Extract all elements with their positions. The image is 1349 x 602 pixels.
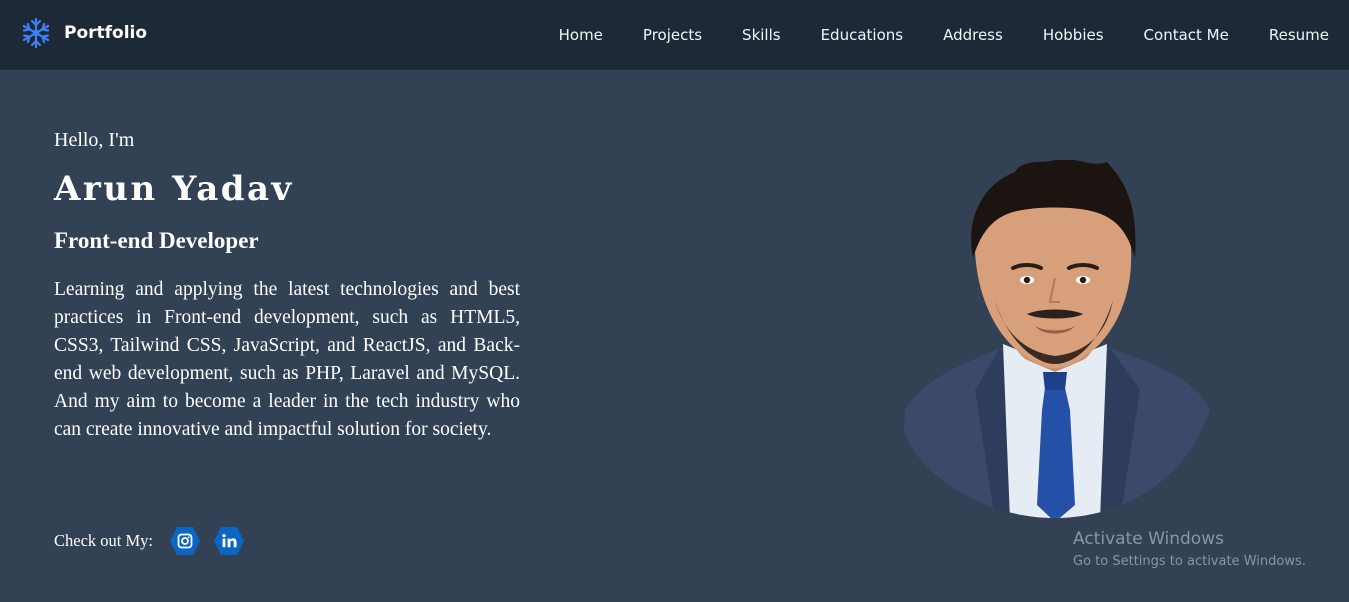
instagram-icon	[170, 527, 200, 555]
nav-contact-link[interactable]: Contact Me	[1144, 26, 1229, 44]
nav-skills-link[interactable]: Skills	[742, 26, 781, 44]
profile-photo	[900, 160, 1215, 518]
linkedin-icon	[214, 527, 244, 555]
hero-name: Arun Yadav	[54, 169, 294, 209]
greeting-text: Hello, I'm	[54, 129, 135, 151]
top-navbar: Portfolio Home Projects Skills Education…	[0, 0, 1349, 70]
snowflake-icon	[22, 17, 50, 49]
nav-address-link[interactable]: Address	[943, 26, 1003, 44]
portrait-figure	[900, 160, 1215, 518]
nav-home-link[interactable]: Home	[559, 26, 603, 44]
linkedin-link[interactable]	[213, 526, 257, 556]
social-links: Check out My:	[54, 526, 257, 556]
activate-windows-watermark: Activate Windows Go to Settings to activ…	[1073, 528, 1306, 571]
brand-link[interactable]: Portfolio	[20, 17, 147, 49]
hero-bio: Learning and applying the latest technol…	[54, 279, 520, 440]
instagram-link[interactable]	[169, 526, 213, 556]
hero-role: Front-end Developer	[54, 228, 259, 253]
nav-projects-link[interactable]: Projects	[643, 26, 702, 44]
watermark-subtitle: Go to Settings to activate Windows.	[1073, 554, 1306, 569]
hero-intro: Hello, I'm Arun Yadav Front-end Develope…	[54, 126, 520, 444]
watermark-title: Activate Windows	[1073, 529, 1224, 549]
nav-hobbies-link[interactable]: Hobbies	[1043, 26, 1104, 44]
nav-resume-link[interactable]: Resume	[1269, 26, 1329, 44]
social-label: Check out My:	[54, 531, 153, 550]
nav-links: Home Projects Skills Educations Address …	[559, 0, 1329, 70]
brand-label: Portfolio	[64, 23, 148, 43]
nav-educations-link[interactable]: Educations	[821, 26, 904, 44]
